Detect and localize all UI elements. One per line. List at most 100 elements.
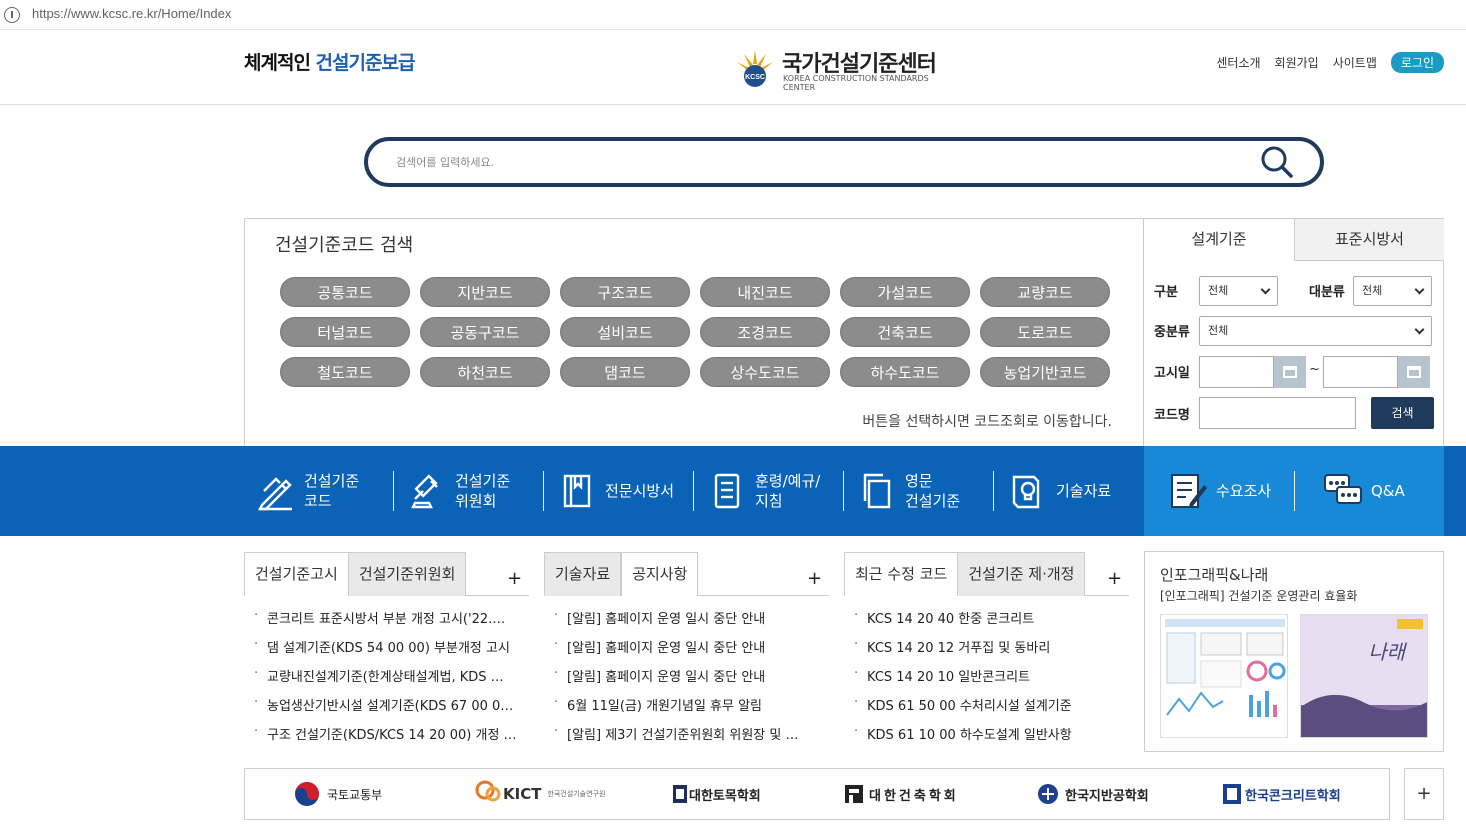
notice-panel-tech: 기술자료 공지사항 + [알림] 홈페이지 운영 일시 중단 안내 [알림] 홈… <box>544 552 829 752</box>
partner-molit[interactable]: 국토교통부 <box>293 779 382 809</box>
list-item[interactable]: 댐 설계기준(KDS 54 00 00) 부분개정 고시 <box>254 637 526 666</box>
more-button[interactable]: + <box>807 568 822 589</box>
panel-tabs: 최근 수정 코드 건설기준 제·개정 <box>844 552 1129 596</box>
book-icon <box>563 474 591 508</box>
tab-design-standard[interactable]: 설계기준 <box>1144 219 1294 261</box>
link-center-intro[interactable]: 센터소개 <box>1216 54 1260 71</box>
code-button[interactable]: 도로코드 <box>980 317 1110 347</box>
nav-qa[interactable]: Q&A <box>1323 468 1405 514</box>
code-button[interactable]: 하수도코드 <box>840 357 970 387</box>
code-button[interactable]: 철도코드 <box>280 357 410 387</box>
login-button[interactable]: 로그인 <box>1390 52 1444 73</box>
list-item[interactable]: [알림] 제3기 건설기준위원회 위원장 및 … <box>554 724 826 753</box>
code-button[interactable]: 공동구코드 <box>420 317 550 347</box>
code-button[interactable]: 지반코드 <box>420 277 550 307</box>
site-info-icon[interactable] <box>4 7 20 23</box>
daebunryu-select[interactable]: 전체 <box>1353 276 1432 306</box>
kcsc-logo[interactable]: KCSC 국가건설기준센터 KOREA CONSTRUCTION STANDAR… <box>734 44 954 92</box>
code-button[interactable]: 하천코드 <box>420 357 550 387</box>
code-button[interactable]: 터널코드 <box>280 317 410 347</box>
calendar-icon[interactable] <box>1274 356 1306 388</box>
tab-standard-revisions[interactable]: 건설기준 제·개정 <box>958 552 1086 596</box>
jungbunryu-select[interactable]: 전체 <box>1199 316 1432 346</box>
nav-label: 훈령/예규/ 지침 <box>755 472 821 510</box>
partner-name: 국토교통부 <box>327 787 383 802</box>
label-date: 고시일 <box>1154 366 1190 381</box>
nav-construction-code[interactable]: 건설기준 코드 <box>256 468 359 514</box>
infographic-thumbnail[interactable] <box>1160 614 1288 738</box>
list-item[interactable]: KCS 14 20 10 일반콘크리트 <box>854 666 1126 695</box>
tab-standard-committee[interactable]: 건설기준위원회 <box>348 552 467 596</box>
code-button[interactable]: 내진코드 <box>700 277 830 307</box>
code-button[interactable]: 구조코드 <box>560 277 690 307</box>
nav-professional-spec[interactable]: 전문시방서 <box>557 468 674 514</box>
partner-kict[interactable]: KICT 한국건설기술연구원 <box>473 779 605 809</box>
list-item[interactable]: KCS 14 20 12 거푸집 및 동바리 <box>854 637 1126 666</box>
label-daebunryu: 대분류 <box>1309 285 1345 300</box>
panel-tabs: 건설기준고시 건설기준위원회 <box>244 552 529 596</box>
list-item[interactable]: [알림] 홈페이지 운영 일시 중단 안내 <box>554 637 826 666</box>
partner-logos-bar: 국토교통부 KICT 한국건설기술연구원 대한토목학회 대한건축학회 한국지반공… <box>244 768 1390 820</box>
tab-standard-spec[interactable]: 표준시방서 <box>1294 219 1444 261</box>
date-from-input[interactable] <box>1199 356 1274 388</box>
list-item[interactable]: [알림] 홈페이지 운영 일시 중단 안내 <box>554 608 826 637</box>
list-item[interactable]: 농업생산기반시설 설계기준(KDS 67 00 0… <box>254 695 526 724</box>
partner-aik[interactable]: 대한건축학회 <box>845 779 959 809</box>
infographic-subtitle[interactable]: [인포그래픽] 건설기준 운영관리 효율화 <box>1160 587 1357 604</box>
tab-technical-data[interactable]: 기술자료 <box>544 552 622 596</box>
search-input[interactable] <box>396 151 1246 173</box>
code-button[interactable]: 댐코드 <box>560 357 690 387</box>
form-search-button[interactable]: 검색 <box>1371 397 1434 429</box>
nav-technical-data[interactable]: 기술자료 <box>1008 468 1111 514</box>
magazine-naerae-thumbnail[interactable]: 나래 <box>1300 614 1428 738</box>
date-to-input[interactable] <box>1323 356 1398 388</box>
nav-label: 수요조사 <box>1216 482 1272 500</box>
kict-logo-icon <box>475 780 501 802</box>
nav-english-standard[interactable]: 영문 건설기준 <box>857 468 960 514</box>
list-item[interactable]: KDS 61 10 00 하수도설계 일반사항 <box>854 724 1126 753</box>
list-item[interactable]: KDS 61 50 00 수처리시설 설계기준 <box>854 695 1126 724</box>
nav-committee[interactable]: 건설기준 위원회 <box>407 468 510 514</box>
code-button[interactable]: 교량코드 <box>980 277 1110 307</box>
search-icon[interactable] <box>1260 145 1294 179</box>
codename-input[interactable] <box>1199 397 1356 429</box>
nav-divider <box>543 471 544 511</box>
tab-announcements[interactable]: 공지사항 <box>621 552 699 596</box>
list-item[interactable]: KCS 14 20 40 한중 콘크리트 <box>854 608 1126 637</box>
partners-more-button[interactable]: + <box>1404 768 1444 820</box>
tab-standard-notice[interactable]: 건설기준고시 <box>244 552 349 596</box>
code-button[interactable]: 공통코드 <box>280 277 410 307</box>
slogan-part-2: 건설기준보급 <box>315 52 416 74</box>
panel-list: [알림] 홈페이지 운영 일시 중단 안내 [알림] 홈페이지 운영 일시 중단… <box>554 608 826 753</box>
code-button[interactable]: 건축코드 <box>840 317 970 347</box>
nav-directives[interactable]: 훈령/예규/ 지침 <box>707 468 820 514</box>
logo-mark-text: KCSC <box>745 74 765 81</box>
list-item[interactable]: [알림] 홈페이지 운영 일시 중단 안내 <box>554 666 826 695</box>
partner-kci[interactable]: 한국콘크리트학회 <box>1223 779 1341 809</box>
code-button[interactable]: 조경코드 <box>700 317 830 347</box>
code-button[interactable]: 설비코드 <box>560 317 690 347</box>
list-item[interactable]: 교량내진설계기준(한계상태설계법, KDS … <box>254 666 526 695</box>
partner-ksce[interactable]: 대한토목학회 <box>673 779 761 809</box>
code-button[interactable]: 가설코드 <box>840 277 970 307</box>
url-text[interactable]: https://www.kcsc.re.kr/Home/Index <box>32 6 231 21</box>
panel-tabs: 기술자료 공지사항 <box>544 552 829 596</box>
more-button[interactable]: + <box>1107 568 1122 589</box>
calendar-icon[interactable] <box>1398 356 1430 388</box>
list-item[interactable]: 구조 건설기준(KDS/KCS 14 20 00) 개정 … <box>254 724 526 753</box>
tab-recent-codes[interactable]: 최근 수정 코드 <box>844 552 959 596</box>
partner-kgs[interactable]: 한국지반공학회 <box>1037 779 1149 809</box>
code-button[interactable]: 상수도코드 <box>700 357 830 387</box>
date-range-tilde: ~ <box>1309 362 1320 377</box>
link-sitemap[interactable]: 사이트맵 <box>1333 54 1377 71</box>
more-button[interactable]: + <box>507 568 522 589</box>
link-signup[interactable]: 회원가입 <box>1275 54 1319 71</box>
gubun-select[interactable]: 전체 <box>1199 276 1278 306</box>
list-item[interactable]: 6월 11일(금) 개원기념일 휴무 알림 <box>554 695 826 724</box>
browser-url-bar[interactable]: https://www.kcsc.re.kr/Home/Index <box>0 0 1466 30</box>
slogan: 체계적인 건설기준보급 <box>244 48 416 75</box>
nav-survey[interactable]: 수요조사 <box>1168 468 1271 514</box>
list-item[interactable]: 콘크리트 표준시방서 부분 개정 고시('22.… <box>254 608 526 637</box>
nav-label: 전문시방서 <box>605 482 675 500</box>
code-button[interactable]: 농업기반코드 <box>980 357 1110 387</box>
